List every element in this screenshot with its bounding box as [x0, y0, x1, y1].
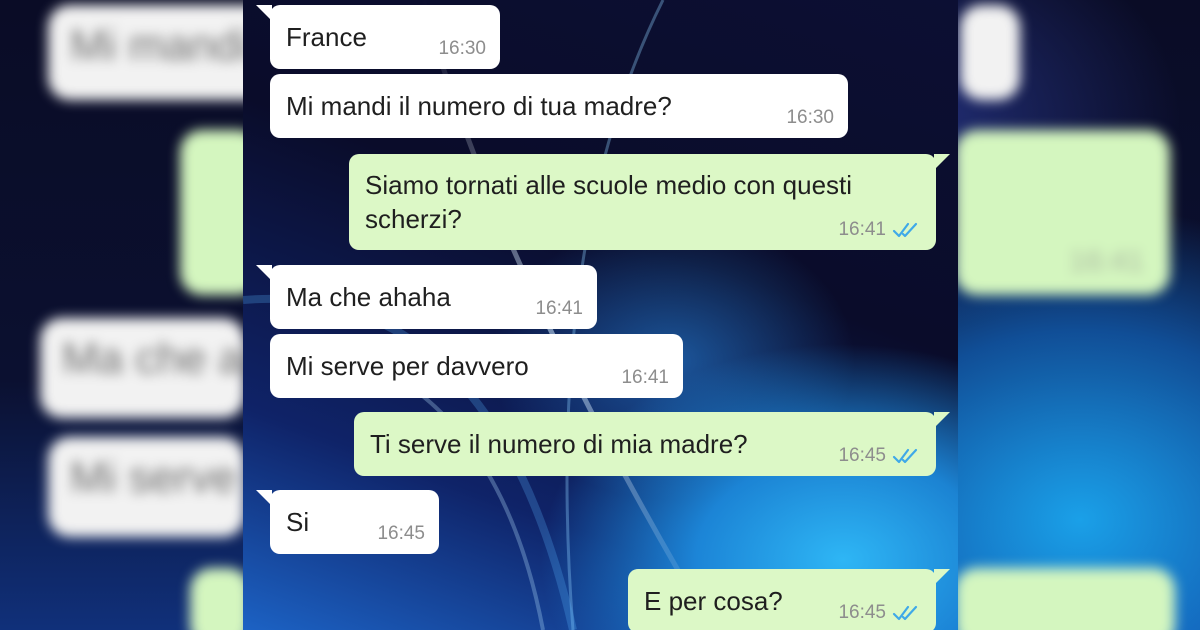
message-meta: 16:41	[621, 367, 669, 389]
message-incoming[interactable]: Mi serve per davvero 16:41	[270, 334, 683, 398]
bubble-tail	[256, 265, 272, 281]
bubble-tail	[256, 490, 272, 506]
message-text: Mi serve per davvero	[286, 351, 529, 381]
message-text: Ma che ahaha	[286, 282, 451, 312]
bubble-tail	[934, 412, 950, 428]
blurred-bubble	[190, 568, 250, 630]
bubble-tail	[256, 5, 272, 21]
bubble-tail	[934, 154, 950, 170]
message-outgoing[interactable]: Ti serve il numero di mia madre? 16:45	[354, 412, 950, 476]
message-meta: 16:41	[535, 298, 583, 320]
message-time: 16:41	[838, 219, 886, 240]
message-time: 16:45	[377, 523, 425, 544]
message-outgoing[interactable]: E per cosa? 16:45	[628, 569, 950, 630]
message-time: 16:41	[535, 298, 583, 319]
double-check-icon	[892, 222, 918, 238]
message-meta: 16:30	[438, 38, 486, 60]
blurred-bubble-time: 16:41	[1068, 245, 1144, 278]
message-meta: 16:41	[838, 219, 922, 241]
message-text: Si	[286, 507, 310, 537]
blurred-bubble: Ma che ahaha	[40, 318, 341, 418]
blurred-bubble: Mi serve per davvero	[48, 437, 481, 537]
message-meta: 16:45	[377, 523, 425, 545]
message-meta: 16:45	[838, 602, 922, 624]
double-check-icon	[892, 605, 918, 621]
message-meta: 16:45	[838, 445, 922, 467]
blurred-bubble	[960, 5, 1020, 100]
message-incoming[interactable]: Ma che ahaha 16:41	[256, 265, 597, 329]
message-outgoing[interactable]: Siamo tornati alle scuole medio con ques…	[349, 154, 950, 250]
message-text-line: Siamo tornati alle scuole medio con ques…	[365, 170, 853, 200]
blurred-bubble: 16:41	[955, 130, 1170, 295]
message-meta: 16:30	[786, 107, 834, 129]
message-text: E per cosa?	[644, 586, 783, 616]
double-check-icon	[892, 448, 918, 464]
message-text: Ti serve il numero di mia madre?	[370, 429, 748, 459]
message-time: 16:45	[838, 602, 886, 623]
message-text: Mi mandi il numero di tua madre?	[286, 91, 672, 121]
message-time: 16:30	[438, 38, 486, 59]
message-time: 16:41	[621, 367, 669, 388]
message-incoming[interactable]: Si 16:45	[256, 490, 439, 554]
message-time: 16:30	[786, 107, 834, 128]
chat-conversation[interactable]: France 16:30 Mi mandi il numero di tua m…	[243, 0, 958, 630]
message-text: France	[286, 22, 367, 52]
message-incoming[interactable]: France 16:30	[256, 5, 500, 69]
message-text-line: scherzi?	[365, 204, 462, 234]
bubble-tail	[934, 569, 950, 585]
message-incoming[interactable]: Mi mandi il numero di tua madre? 16:30	[270, 74, 848, 138]
message-time: 16:45	[838, 445, 886, 466]
message-text: Siamo tornati alle scuole medio con ques…	[365, 168, 852, 236]
blurred-bubble	[955, 568, 1175, 630]
